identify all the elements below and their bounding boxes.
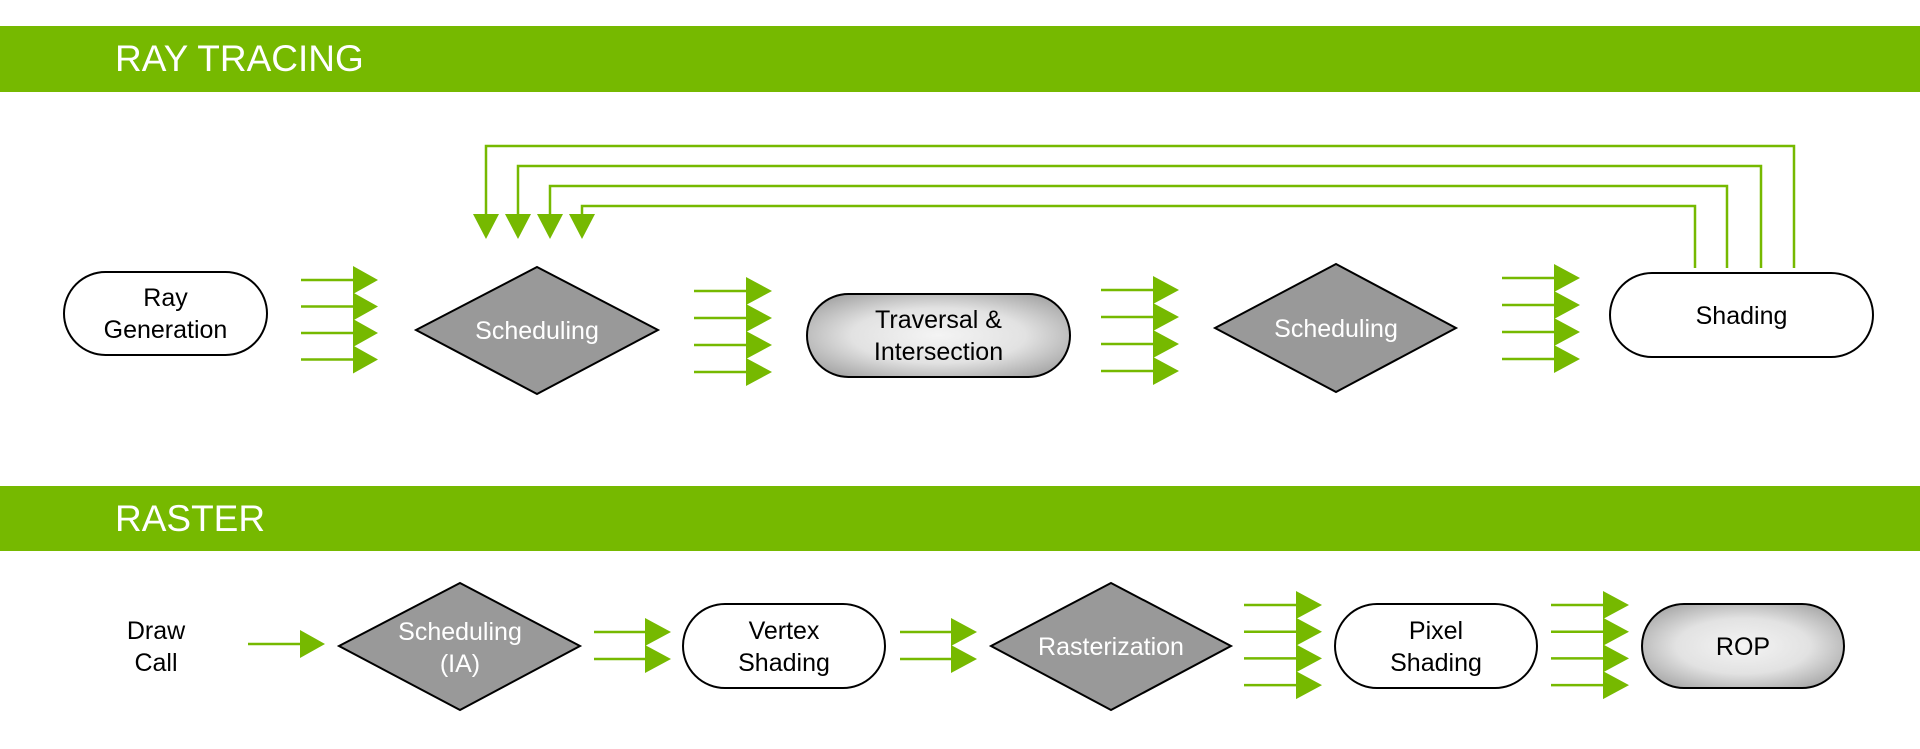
- arrow-head-icon: [645, 645, 671, 673]
- draw-call-label-line1: Draw: [127, 617, 186, 645]
- feedback-line: [548, 184, 1729, 268]
- arrow-head-icon: [1153, 330, 1179, 358]
- arrow-head-icon: [353, 345, 378, 374]
- feedback-loops: [473, 144, 1796, 268]
- node-rasterization: Rasterization: [988, 581, 1234, 712]
- arrow-head-icon: [1153, 276, 1179, 304]
- feedback-loop: [569, 204, 1697, 268]
- pixel-shading-label-line2: Shading: [1390, 649, 1482, 677]
- connector-pixel-shading-to-rop: [1551, 591, 1629, 700]
- ray-generation-label-line2: Generation: [104, 316, 228, 344]
- connector-ray-generation-to-scheduling-1: [301, 266, 378, 374]
- rop-label: ROP: [1716, 633, 1770, 661]
- arrow-head-icon: [1603, 671, 1629, 700]
- ray-generation-label-line1: Ray: [143, 284, 188, 312]
- connector-scheduling-ia-to-vertex-shading: [594, 618, 671, 673]
- arrow-head-icon: [746, 358, 772, 386]
- node-scheduling-2: Scheduling: [1212, 262, 1459, 394]
- scheduling-1-label: Scheduling: [475, 317, 599, 345]
- arrow-head-icon: [1554, 264, 1580, 292]
- scheduling-ia-label-line1: Scheduling: [398, 618, 522, 646]
- arrow-head-icon: [1296, 671, 1322, 700]
- arrow-head-icon: [951, 645, 977, 673]
- feedback-arrow-head-icon: [473, 214, 499, 239]
- arrow-head-icon: [746, 304, 772, 332]
- pipeline-diagram: RAY TRACING RASTER Ray Generation Schedu…: [0, 26, 1920, 712]
- connector-vertex-shading-to-rasterization: [900, 618, 977, 673]
- arrow-head-icon: [1603, 617, 1629, 646]
- arrow-head-icon: [353, 319, 378, 347]
- scheduling-ia-diamond: [336, 581, 583, 712]
- arrow-head-icon: [1554, 291, 1580, 319]
- arrow-head-icon: [645, 618, 671, 646]
- feedback-arrow-head-icon: [569, 214, 595, 239]
- arrow-head-icon: [1296, 617, 1322, 646]
- connector-traversal-intersection-to-scheduling-2: [1101, 276, 1179, 385]
- arrow-head-icon: [1296, 591, 1322, 619]
- vertex-shading-label-line2: Shading: [738, 649, 830, 677]
- node-scheduling-1: Scheduling: [413, 265, 661, 396]
- arrow-head-icon: [951, 618, 977, 646]
- arrow-head-icon: [353, 292, 378, 321]
- arrow-head-icon: [353, 266, 378, 294]
- rasterization-label: Rasterization: [1038, 633, 1184, 661]
- shading-label: Shading: [1696, 302, 1788, 330]
- connector-scheduling-1-to-traversal-intersection: [694, 277, 772, 386]
- node-shading: Shading: [1609, 272, 1874, 358]
- traversal-intersection-label-line1: Traversal &: [875, 306, 1002, 334]
- raster-title: RASTER: [115, 498, 265, 539]
- arrow-head-icon: [1554, 318, 1580, 346]
- feedback-loop: [505, 164, 1763, 268]
- traversal-intersection-label-line2: Intersection: [874, 338, 1003, 366]
- arrow-head-icon: [1603, 591, 1629, 619]
- vertex-shading-label-line1: Vertex: [749, 617, 820, 645]
- ray-tracing-header: RAY TRACING: [0, 26, 1920, 92]
- connector-scheduling-2-to-shading: [1502, 264, 1580, 373]
- arrow-head-icon: [746, 277, 772, 305]
- node-vertex-shading: Vertex Shading: [682, 603, 886, 689]
- connector-draw-call-to-scheduling-ia: [248, 630, 325, 658]
- node-pixel-shading: Pixel Shading: [1334, 603, 1538, 689]
- arrow-head-icon: [1153, 357, 1179, 385]
- arrow-head-icon: [1603, 644, 1629, 673]
- ray-tracing-title: RAY TRACING: [115, 38, 364, 79]
- feedback-line: [580, 204, 1697, 268]
- node-rop: ROP: [1641, 603, 1845, 689]
- arrow-head-icon: [300, 630, 325, 658]
- feedback-arrow-head-icon: [537, 214, 563, 239]
- scheduling-ia-label-line2: (IA): [440, 650, 480, 678]
- connector-rasterization-to-pixel-shading: [1244, 591, 1322, 700]
- arrow-head-icon: [1554, 345, 1580, 373]
- draw-call-label-line2: Call: [134, 649, 177, 677]
- arrow-head-icon: [746, 331, 772, 359]
- raster-header-bar: [0, 486, 1920, 551]
- feedback-loop: [537, 184, 1729, 268]
- raster-header: RASTER: [0, 486, 1920, 551]
- arrow-head-icon: [1296, 644, 1322, 673]
- feedback-arrow-head-icon: [505, 214, 531, 239]
- feedback-line: [516, 164, 1763, 268]
- node-scheduling-ia: Scheduling (IA): [336, 581, 583, 712]
- node-traversal-intersection: Traversal & Intersection: [806, 293, 1071, 378]
- node-ray-generation: Ray Generation: [63, 271, 268, 356]
- node-draw-call: Draw Call: [127, 617, 186, 677]
- pixel-shading-label-line1: Pixel: [1409, 617, 1463, 645]
- scheduling-2-label: Scheduling: [1274, 315, 1398, 343]
- arrow-head-icon: [1153, 303, 1179, 331]
